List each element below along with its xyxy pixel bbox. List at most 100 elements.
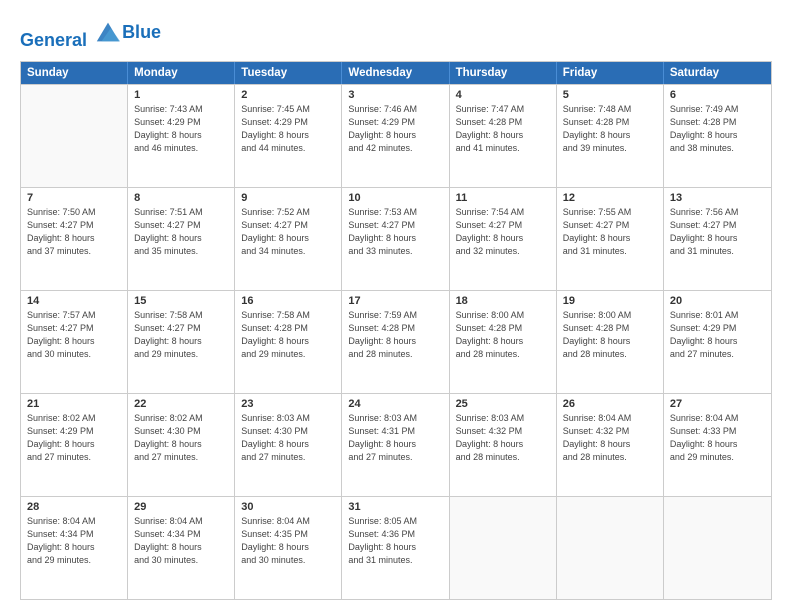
calendar-cell [664, 497, 771, 599]
day-number: 6 [670, 89, 765, 101]
calendar-cell: 21Sunrise: 8:02 AMSunset: 4:29 PMDayligh… [21, 394, 128, 496]
day-number: 8 [134, 192, 228, 204]
calendar-page: General Blue SundayMondayTuesdayWednesda… [0, 0, 792, 612]
calendar-body: 1 Sunrise: 7:43 AMSunset: 4:29 PMDaylight… [21, 84, 771, 599]
day-info: Sunrise: 7:48 AMSunset: 4:28 PMDaylight:… [563, 103, 657, 155]
day-info: Sunrise: 7:43 AMSunset: 4:29 PMDaylight:… [134, 103, 228, 155]
day-info: Sunrise: 8:02 AMSunset: 4:30 PMDaylight:… [134, 412, 228, 464]
calendar-cell [450, 497, 557, 599]
calendar-cell: 3 Sunrise: 7:46 AMSunset: 4:29 PMDaylight… [342, 85, 449, 187]
calendar-cell: 6 Sunrise: 7:49 AMSunset: 4:28 PMDaylight… [664, 85, 771, 187]
calendar-cell: 12Sunrise: 7:55 AMSunset: 4:27 PMDayligh… [557, 188, 664, 290]
day-info: Sunrise: 7:49 AMSunset: 4:28 PMDaylight:… [670, 103, 765, 155]
day-number: 30 [241, 501, 335, 513]
calendar-week-4: 21Sunrise: 8:02 AMSunset: 4:29 PMDayligh… [21, 393, 771, 496]
header-day-sunday: Sunday [21, 62, 128, 84]
calendar-cell: 23Sunrise: 8:03 AMSunset: 4:30 PMDayligh… [235, 394, 342, 496]
day-info: Sunrise: 7:45 AMSunset: 4:29 PMDaylight:… [241, 103, 335, 155]
day-info: Sunrise: 7:51 AMSunset: 4:27 PMDaylight:… [134, 206, 228, 258]
day-number: 13 [670, 192, 765, 204]
calendar-week-5: 28 Sunrise: 8:04 AMSunset: 4:34 PMDayligh… [21, 496, 771, 599]
day-info: Sunrise: 7:50 AMSunset: 4:27 PMDaylight:… [27, 206, 121, 258]
day-number: 22 [134, 398, 228, 410]
logo-text: General [20, 18, 122, 51]
day-number: 29 [134, 501, 228, 513]
calendar-header-row: SundayMondayTuesdayWednesdayThursdayFrid… [21, 62, 771, 84]
day-number: 2 [241, 89, 335, 101]
calendar-cell: 17 Sunrise: 7:59 AMSunset: 4:28 PMDayligh… [342, 291, 449, 393]
calendar-cell: 11 Sunrise: 7:54 AMSunset: 4:27 PMDayligh… [450, 188, 557, 290]
calendar-cell: 28 Sunrise: 8:04 AMSunset: 4:34 PMDayligh… [21, 497, 128, 599]
header-day-saturday: Saturday [664, 62, 771, 84]
calendar-cell: 19Sunrise: 8:00 AMSunset: 4:28 PMDayligh… [557, 291, 664, 393]
day-number: 28 [27, 501, 121, 513]
calendar-week-2: 7 Sunrise: 7:50 AMSunset: 4:27 PMDaylight… [21, 187, 771, 290]
day-number: 16 [241, 295, 335, 307]
day-number: 3 [348, 89, 442, 101]
header: General Blue [20, 18, 772, 51]
day-number: 24 [348, 398, 442, 410]
day-info: Sunrise: 7:54 AMSunset: 4:27 PMDaylight:… [456, 206, 550, 258]
calendar-cell: 20 Sunrise: 8:01 AMSunset: 4:29 PMDayligh… [664, 291, 771, 393]
calendar: SundayMondayTuesdayWednesdayThursdayFrid… [20, 61, 772, 600]
day-info: Sunrise: 8:04 AMSunset: 4:34 PMDaylight:… [27, 515, 121, 567]
day-number: 21 [27, 398, 121, 410]
day-number: 26 [563, 398, 657, 410]
calendar-cell: 10Sunrise: 7:53 AMSunset: 4:27 PMDayligh… [342, 188, 449, 290]
calendar-cell: 1 Sunrise: 7:43 AMSunset: 4:29 PMDaylight… [128, 85, 235, 187]
calendar-cell: 22 Sunrise: 8:02 AMSunset: 4:30 PMDayligh… [128, 394, 235, 496]
logo-blue-text: Blue [122, 23, 161, 43]
logo: General Blue [20, 18, 161, 51]
day-info: Sunrise: 8:04 AMSunset: 4:33 PMDaylight:… [670, 412, 765, 464]
calendar-cell [21, 85, 128, 187]
day-info: Sunrise: 7:52 AMSunset: 4:27 PMDaylight:… [241, 206, 335, 258]
header-day-friday: Friday [557, 62, 664, 84]
calendar-cell: 9 Sunrise: 7:52 AMSunset: 4:27 PMDaylight… [235, 188, 342, 290]
day-info: Sunrise: 7:58 AMSunset: 4:28 PMDaylight:… [241, 309, 335, 361]
day-number: 17 [348, 295, 442, 307]
calendar-week-1: 1 Sunrise: 7:43 AMSunset: 4:29 PMDaylight… [21, 84, 771, 187]
calendar-cell: 27 Sunrise: 8:04 AMSunset: 4:33 PMDayligh… [664, 394, 771, 496]
day-info: Sunrise: 7:59 AMSunset: 4:28 PMDaylight:… [348, 309, 442, 361]
day-number: 11 [456, 192, 550, 204]
day-number: 18 [456, 295, 550, 307]
calendar-cell: 29Sunrise: 8:04 AMSunset: 4:34 PMDayligh… [128, 497, 235, 599]
day-number: 19 [563, 295, 657, 307]
header-day-thursday: Thursday [450, 62, 557, 84]
calendar-cell [557, 497, 664, 599]
calendar-cell: 30 Sunrise: 8:04 AMSunset: 4:35 PMDayligh… [235, 497, 342, 599]
calendar-cell: 26 Sunrise: 8:04 AMSunset: 4:32 PMDayligh… [557, 394, 664, 496]
day-number: 23 [241, 398, 335, 410]
calendar-cell: 14 Sunrise: 7:57 AMSunset: 4:27 PMDayligh… [21, 291, 128, 393]
day-info: Sunrise: 8:03 AMSunset: 4:31 PMDaylight:… [348, 412, 442, 464]
day-number: 1 [134, 89, 228, 101]
day-number: 14 [27, 295, 121, 307]
day-info: Sunrise: 7:53 AMSunset: 4:27 PMDaylight:… [348, 206, 442, 258]
day-info: Sunrise: 8:04 AMSunset: 4:35 PMDaylight:… [241, 515, 335, 567]
calendar-cell: 4Sunrise: 7:47 AMSunset: 4:28 PMDaylight… [450, 85, 557, 187]
calendar-cell: 2 Sunrise: 7:45 AMSunset: 4:29 PMDaylight… [235, 85, 342, 187]
calendar-cell: 25Sunrise: 8:03 AMSunset: 4:32 PMDayligh… [450, 394, 557, 496]
day-info: Sunrise: 7:58 AMSunset: 4:27 PMDaylight:… [134, 309, 228, 361]
day-number: 15 [134, 295, 228, 307]
day-info: Sunrise: 8:03 AMSunset: 4:32 PMDaylight:… [456, 412, 550, 464]
day-number: 7 [27, 192, 121, 204]
calendar-cell: 8 Sunrise: 7:51 AMSunset: 4:27 PMDaylight… [128, 188, 235, 290]
day-number: 31 [348, 501, 442, 513]
day-info: Sunrise: 8:01 AMSunset: 4:29 PMDaylight:… [670, 309, 765, 361]
header-day-monday: Monday [128, 62, 235, 84]
calendar-cell: 7 Sunrise: 7:50 AMSunset: 4:27 PMDaylight… [21, 188, 128, 290]
logo-icon [94, 18, 122, 46]
day-info: Sunrise: 7:56 AMSunset: 4:27 PMDaylight:… [670, 206, 765, 258]
day-info: Sunrise: 7:47 AMSunset: 4:28 PMDaylight:… [456, 103, 550, 155]
day-info: Sunrise: 8:04 AMSunset: 4:32 PMDaylight:… [563, 412, 657, 464]
day-info: Sunrise: 7:55 AMSunset: 4:27 PMDaylight:… [563, 206, 657, 258]
day-number: 27 [670, 398, 765, 410]
day-number: 20 [670, 295, 765, 307]
day-info: Sunrise: 8:05 AMSunset: 4:36 PMDaylight:… [348, 515, 442, 567]
day-info: Sunrise: 7:57 AMSunset: 4:27 PMDaylight:… [27, 309, 121, 361]
day-info: Sunrise: 7:46 AMSunset: 4:29 PMDaylight:… [348, 103, 442, 155]
day-number: 9 [241, 192, 335, 204]
calendar-cell: 31 Sunrise: 8:05 AMSunset: 4:36 PMDayligh… [342, 497, 449, 599]
calendar-cell: 18Sunrise: 8:00 AMSunset: 4:28 PMDayligh… [450, 291, 557, 393]
